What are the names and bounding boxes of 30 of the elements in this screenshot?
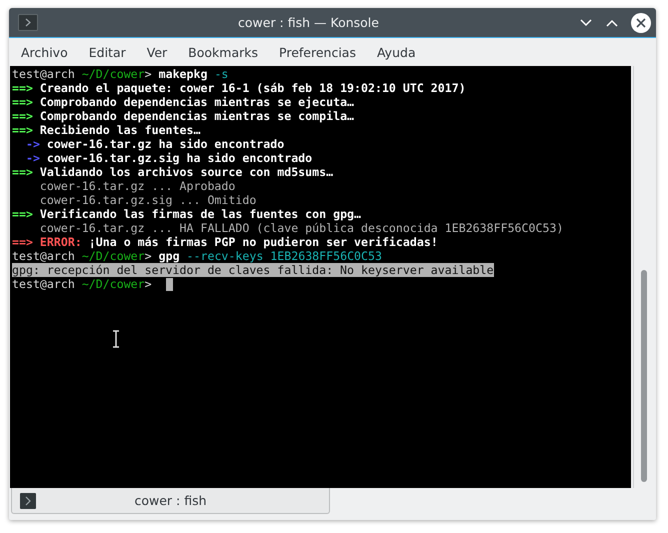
terminal-line: cower-16.tar.gz ... Aprobado: [38, 179, 236, 193]
minimize-icon[interactable]: [579, 18, 593, 28]
maximize-icon[interactable]: [605, 18, 619, 28]
menu-item[interactable]: Preferencias: [271, 40, 364, 64]
terminal-line: cower-16.tar.gz.sig ... Omitido: [38, 193, 256, 207]
menu-item[interactable]: Ver: [138, 40, 176, 64]
close-icon[interactable]: [631, 12, 651, 32]
terminal-line: -> cower-16.tar.gz.sig ha sido encontrado: [24, 151, 312, 165]
terminal-icon: [18, 14, 38, 31]
terminal-line: cower-16.tar.gz ... HA FALLADO (clave pública desconocida 1EB2638FF56C0C53): [38, 221, 564, 235]
terminal-line: ==> Comprobando dependencias mientras se ejecuta…: [12, 95, 354, 109]
terminal-icon: [20, 492, 36, 508]
menu-item[interactable]: Editar: [80, 40, 134, 64]
terminal-line: test@arch ~/D/cower> gpg --recv-keys 1EB2638FF56C0C53: [12, 249, 382, 263]
terminal-line: ==> Verificando las firmas de las fuentes con gpg…: [12, 207, 362, 221]
terminal-line: test@arch ~/D/cower> makepkg -s: [12, 67, 228, 81]
terminal-line: ==> Comprobando dependencias mientras se compila…: [12, 109, 354, 123]
text-cursor-icon: [112, 330, 120, 348]
menu-item[interactable]: Bookmarks: [180, 40, 266, 64]
terminal-line: ==> Recibiendo las fuentes…: [12, 123, 200, 137]
terminal-line: ==> ERROR: ¡Una o más firmas PGP no pudieron ser verificadas!: [12, 235, 438, 249]
terminal-line: test@arch ~/D/cower>: [12, 277, 153, 291]
menu-item[interactable]: Ayuda: [368, 40, 424, 64]
window-title: cower : fish — Konsole: [237, 15, 380, 30]
terminal-line: -> cower-16.tar.gz ha sido encontrado: [24, 137, 284, 151]
terminal-line: ==> Creando el paquete: cower 16-1 (sáb feb 18 19:02:10 UTC 2017): [12, 81, 466, 95]
scrollbar-thumb[interactable]: [641, 270, 648, 482]
menu-item[interactable]: Archivo: [13, 40, 76, 64]
tab[interactable]: cower : fish: [11, 488, 330, 514]
terminal-line: ==> Validando los archivos source con md5sums…: [12, 165, 334, 179]
